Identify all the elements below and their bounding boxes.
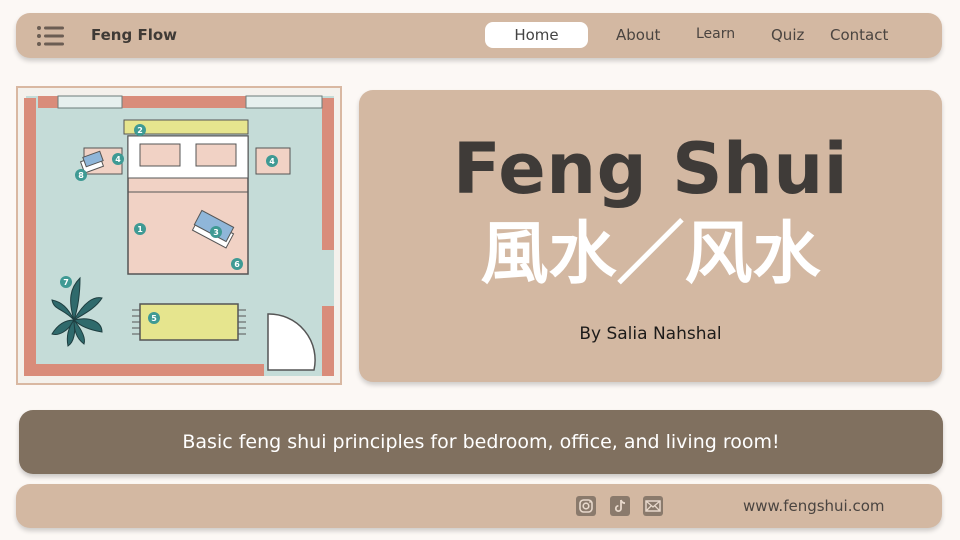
hamburger-menu-icon[interactable] (36, 25, 64, 47)
marker-5: 5 (151, 314, 157, 323)
marker-4b: 4 (269, 157, 275, 166)
marker-1: 1 (137, 225, 143, 234)
marker-6: 6 (234, 260, 240, 269)
instagram-icon[interactable] (576, 496, 596, 516)
marker-7: 7 (63, 278, 69, 287)
nav-contact[interactable]: Contact (830, 26, 888, 44)
bedroom-floorplan-illustration: 1 2 3 4 4 5 6 7 8 (16, 86, 342, 385)
footer-bar: www.fengshui.com (16, 484, 942, 528)
marker-2: 2 (137, 126, 143, 135)
hero-title: Feng Shui (452, 128, 849, 210)
hero-panel: Feng Shui 風水／风水 By Salia Nahshal (359, 90, 942, 382)
tagline-banner: Basic feng shui principles for bedroom, … (19, 410, 943, 474)
nav-about[interactable]: About (616, 26, 660, 44)
footer-website-link[interactable]: www.fengshui.com (743, 497, 885, 515)
hero-chinese-title: 風水／风水 (480, 215, 821, 294)
nav-quiz[interactable]: Quiz (771, 26, 804, 44)
brand-name[interactable]: Feng Flow (91, 26, 177, 44)
hero-author: By Salia Nahshal (579, 324, 722, 344)
nav-learn[interactable]: Learn (696, 26, 735, 42)
marker-4: 4 (115, 155, 121, 164)
top-navbar: Feng Flow Home About Learn Quiz Contact (16, 13, 942, 58)
marker-3: 3 (213, 228, 219, 237)
marker-8: 8 (78, 171, 84, 180)
nav-home[interactable]: Home (485, 22, 588, 48)
email-icon[interactable] (643, 496, 663, 516)
tiktok-icon[interactable] (610, 496, 630, 516)
